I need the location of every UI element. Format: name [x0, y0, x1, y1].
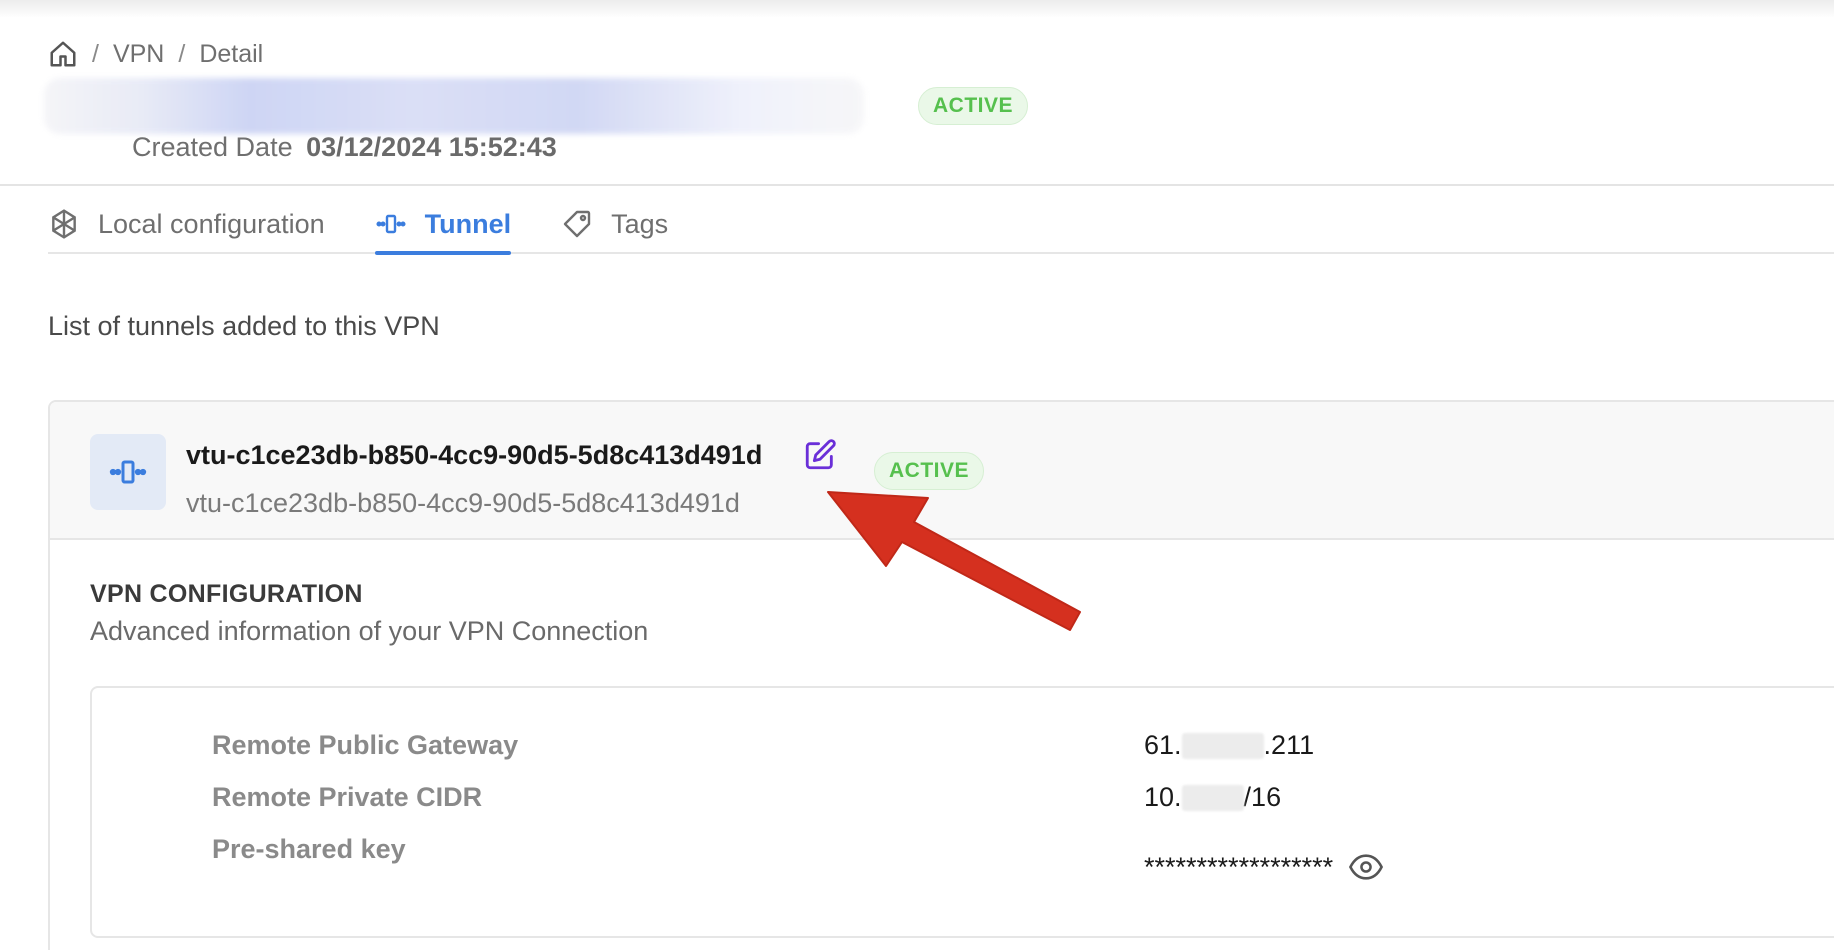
tab-label: Tunnel	[424, 208, 512, 239]
tunnel-icon	[109, 460, 147, 484]
tab-local-configuration[interactable]: Local configuration	[48, 196, 325, 252]
created-date-value: 03/12/2024 15:52:43	[306, 132, 557, 162]
config-label: Pre-shared key	[212, 834, 406, 864]
eye-icon[interactable]	[1349, 850, 1384, 884]
tunnel-card: vtu-c1ce23db-b850-4cc9-90d5-5d8c413d491d…	[48, 400, 1834, 950]
tab-bar: Local configuration Tunnel Tags	[48, 196, 1834, 255]
tunnel-status-badge: ACTIVE	[874, 452, 985, 490]
vpn-config-title: VPN CONFIGURATION	[90, 580, 363, 608]
breadcrumb-vpn[interactable]: VPN	[113, 40, 164, 69]
vpn-config-description: Advanced information of your VPN Connect…	[90, 616, 649, 646]
tunnel-name: vtu-c1ce23db-b850-4cc9-90d5-5d8c413d491d	[186, 440, 763, 470]
edit-icon	[805, 439, 836, 470]
breadcrumb-separator: /	[178, 39, 186, 68]
tab-label: Local configuration	[98, 208, 325, 239]
tunnel-avatar	[90, 434, 166, 510]
value-suffix: /16	[1243, 782, 1282, 812]
value-prefix: 10.	[1144, 782, 1182, 812]
config-value: 61. .211	[1144, 730, 1314, 761]
tab-label: Tags	[611, 208, 669, 239]
created-date-label: Created Date	[132, 132, 293, 162]
tab-tunnel[interactable]: Tunnel	[374, 196, 512, 255]
config-value: 10. /16	[1144, 782, 1281, 813]
edit-tunnel-button[interactable]	[802, 437, 838, 473]
home-icon[interactable]	[48, 39, 78, 69]
redacted-mask	[1181, 784, 1244, 811]
config-value: ******************	[1144, 850, 1384, 884]
created-date: Created Date 03/12/2024 15:52:43	[132, 132, 557, 163]
tunnel-card-header: vtu-c1ce23db-b850-4cc9-90d5-5d8c413d491d…	[50, 402, 1834, 540]
tunnel-icon	[376, 214, 406, 234]
breadcrumb-detail: Detail	[199, 39, 264, 68]
tunnel-id: vtu-c1ce23db-b850-4cc9-90d5-5d8c413d491d	[186, 488, 740, 518]
config-label: Remote Public Gateway	[212, 730, 519, 760]
tab-tags[interactable]: Tags	[561, 196, 668, 252]
breadcrumb-separator: /	[92, 39, 99, 68]
header-divider	[0, 184, 1834, 186]
top-shadow	[0, 0, 1834, 18]
tunnel-list-intro: List of tunnels added to this VPN	[48, 311, 440, 341]
page-title-row: ACTIVE	[44, 78, 1029, 134]
value-suffix: .211	[1263, 730, 1315, 760]
vpn-config-details: Remote Public Gateway 61. .211 Remote Pr…	[90, 686, 1834, 938]
page-title-redacted	[44, 78, 864, 134]
network-icon	[52, 209, 76, 239]
redacted-mask	[1181, 732, 1264, 759]
status-badge: ACTIVE	[918, 87, 1029, 125]
value-prefix: 61.	[1144, 730, 1182, 760]
breadcrumb: / VPN / Detail	[48, 38, 263, 70]
config-label: Remote Private CIDR	[212, 782, 483, 812]
preshared-key-masked: ******************	[1144, 851, 1334, 882]
tag-icon	[563, 210, 591, 238]
